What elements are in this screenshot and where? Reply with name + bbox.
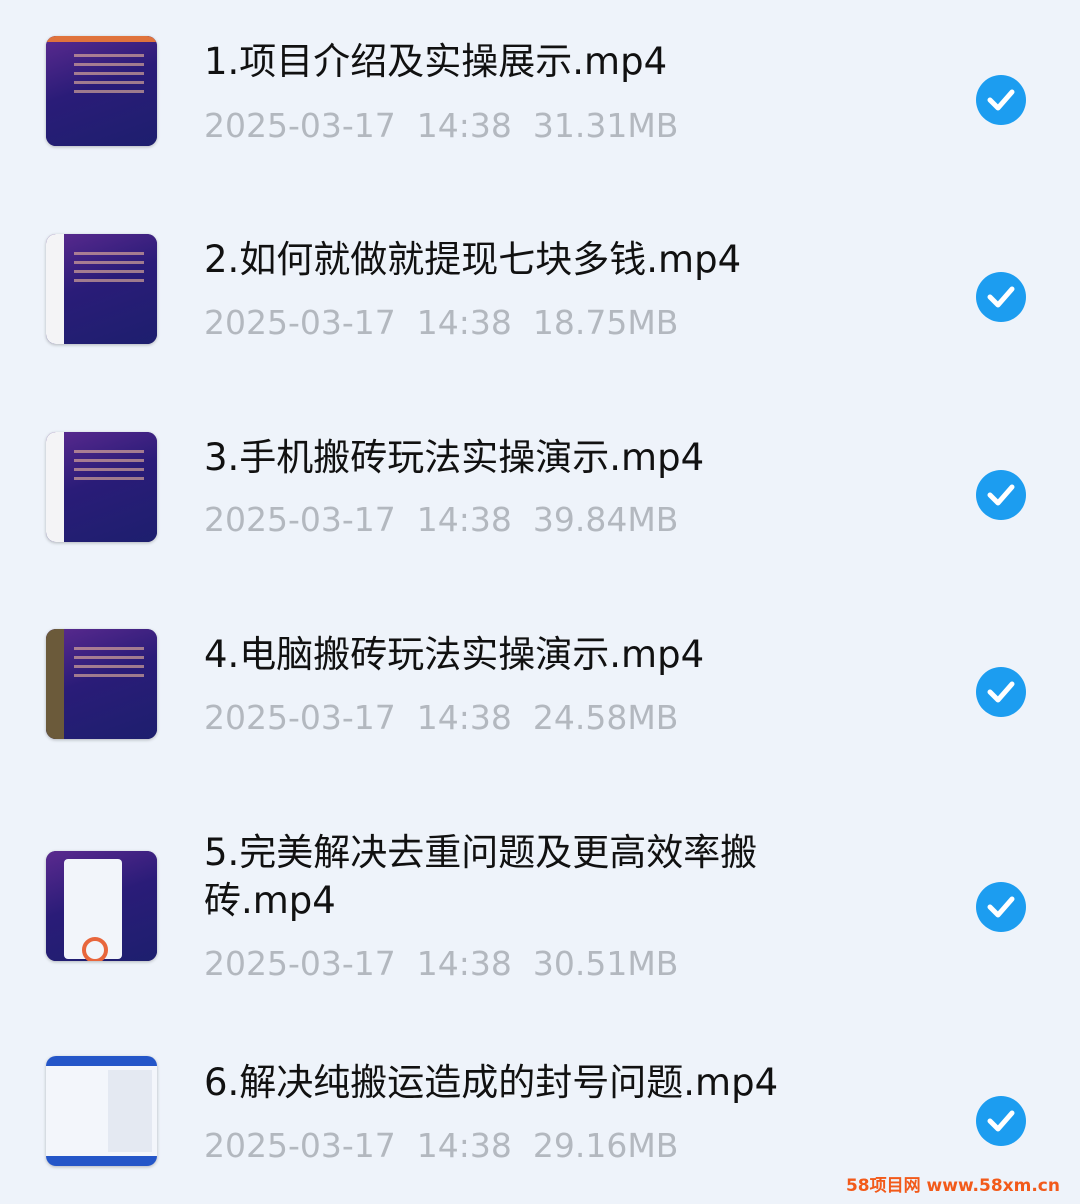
watermark: 58项目网 www.58xm.cn <box>845 1176 1060 1196</box>
file-meta: 2025-03-17 14:38 29.16MB <box>204 1126 679 1165</box>
file-name: 2.如何就做就提现七块多钱.mp4 <box>204 238 742 281</box>
check-icon[interactable] <box>976 75 1026 125</box>
file-name: 3.手机搬砖玩法实操演示.mp4 <box>204 436 705 479</box>
video-thumbnail-icon <box>46 851 157 961</box>
file-name: 4.电脑搬砖玩法实操演示.mp4 <box>204 633 705 676</box>
file-name: 6.解决纯搬运造成的封号问题.mp4 <box>204 1061 779 1104</box>
check-icon[interactable] <box>976 667 1026 717</box>
file-meta: 2025-03-17 14:38 24.58MB <box>204 698 679 737</box>
video-thumbnail-icon <box>46 36 157 146</box>
video-thumbnail-icon <box>46 1056 157 1166</box>
file-meta: 2025-03-17 14:38 18.75MB <box>204 303 679 342</box>
video-thumbnail-icon <box>46 234 157 344</box>
check-icon[interactable] <box>976 272 1026 322</box>
file-meta: 2025-03-17 14:38 30.51MB <box>204 944 679 983</box>
file-name: 5.完美解决去重问题及更高效率搬砖.mp4 <box>204 831 758 922</box>
check-icon[interactable] <box>976 470 1026 520</box>
check-icon[interactable] <box>976 1096 1026 1146</box>
video-thumbnail-icon <box>46 432 157 542</box>
file-name: 1.项目介绍及实操展示.mp4 <box>204 40 668 83</box>
file-meta: 2025-03-17 14:38 31.31MB <box>204 106 679 145</box>
file-meta: 2025-03-17 14:38 39.84MB <box>204 500 679 539</box>
video-thumbnail-icon <box>46 629 157 739</box>
check-icon[interactable] <box>976 882 1026 932</box>
